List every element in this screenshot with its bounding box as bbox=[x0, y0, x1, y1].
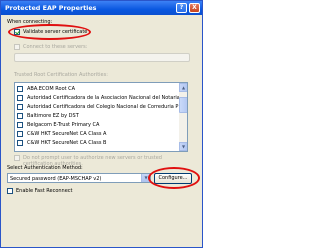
fast-reconnect-checkbox[interactable] bbox=[7, 188, 13, 194]
list-scrollbar[interactable]: ▲ ▼ bbox=[179, 83, 187, 151]
ca-name: ABA.ECOM Root CA bbox=[27, 86, 76, 92]
list-item[interactable]: Belgacom E-Trust Primary CA bbox=[15, 121, 179, 129]
ca-name: C&W HKT SecureNet CA Class B bbox=[27, 140, 107, 146]
ca-name: Autoridad Certificadora de la Asociacion… bbox=[27, 95, 180, 101]
scroll-thumb[interactable] bbox=[179, 97, 187, 113]
connect-to-servers-label: Connect to these servers: bbox=[23, 44, 88, 50]
ca-name: Belgacom E-Trust Primary CA bbox=[27, 122, 100, 128]
list-item[interactable]: ABA.ECOM Root CA bbox=[15, 85, 179, 93]
window-title: Protected EAP Properties bbox=[5, 4, 97, 12]
ca-checkbox[interactable] bbox=[17, 131, 23, 137]
auth-method-label: Select Authentication Method: bbox=[7, 165, 83, 171]
list-item[interactable]: Autoridad Certificadora del Colegio Naci… bbox=[15, 103, 179, 111]
help-button[interactable]: ? bbox=[176, 3, 187, 13]
list-item[interactable]: Baltimore EZ by DST bbox=[15, 112, 179, 120]
peap-properties-dialog: Protected EAP Properties ? X When connec… bbox=[0, 0, 203, 248]
ca-checkbox[interactable] bbox=[17, 104, 23, 110]
ca-checkbox[interactable] bbox=[17, 95, 23, 101]
scroll-up-button[interactable]: ▲ bbox=[179, 83, 187, 92]
connect-to-servers-checkbox[interactable] bbox=[14, 44, 20, 50]
ca-checkbox[interactable] bbox=[17, 113, 23, 119]
ca-checkbox[interactable] bbox=[17, 86, 23, 92]
servers-input[interactable] bbox=[14, 53, 190, 62]
list-item[interactable]: C&W HKT SecureNet CA Class B bbox=[15, 139, 179, 147]
ca-name: Baltimore EZ by DST bbox=[27, 113, 79, 119]
close-button[interactable]: X bbox=[189, 3, 200, 13]
auth-method-select[interactable]: Secured password (EAP-MSCHAP v2) ▼ bbox=[7, 173, 151, 183]
ca-name: C&W HKT SecureNet CA Class A bbox=[27, 131, 107, 137]
trusted-root-ca-label: Trusted Root Certification Authorities: bbox=[14, 72, 108, 78]
list-item[interactable]: Autoridad Certificadora de la Asociacion… bbox=[15, 94, 180, 102]
fast-reconnect-label: Enable Fast Reconnect bbox=[16, 188, 73, 194]
configure-highlight-oval bbox=[148, 167, 200, 189]
list-item[interactable]: C&W HKT SecureNet CA Class A bbox=[15, 130, 179, 138]
ca-checkbox[interactable] bbox=[17, 140, 23, 146]
scroll-down-button[interactable]: ▼ bbox=[179, 142, 187, 151]
ca-name: Autoridad Certificadora del Colegio Naci… bbox=[27, 104, 179, 110]
title-bar[interactable]: Protected EAP Properties ? X bbox=[1, 1, 202, 15]
validate-highlight-oval bbox=[8, 24, 91, 40]
trusted-ca-list[interactable]: ABA.ECOM Root CA Autoridad Certificadora… bbox=[14, 82, 188, 152]
auth-method-value: Secured password (EAP-MSCHAP v2) bbox=[10, 176, 102, 182]
ca-checkbox[interactable] bbox=[17, 122, 23, 128]
do-not-prompt-checkbox[interactable] bbox=[14, 155, 20, 161]
